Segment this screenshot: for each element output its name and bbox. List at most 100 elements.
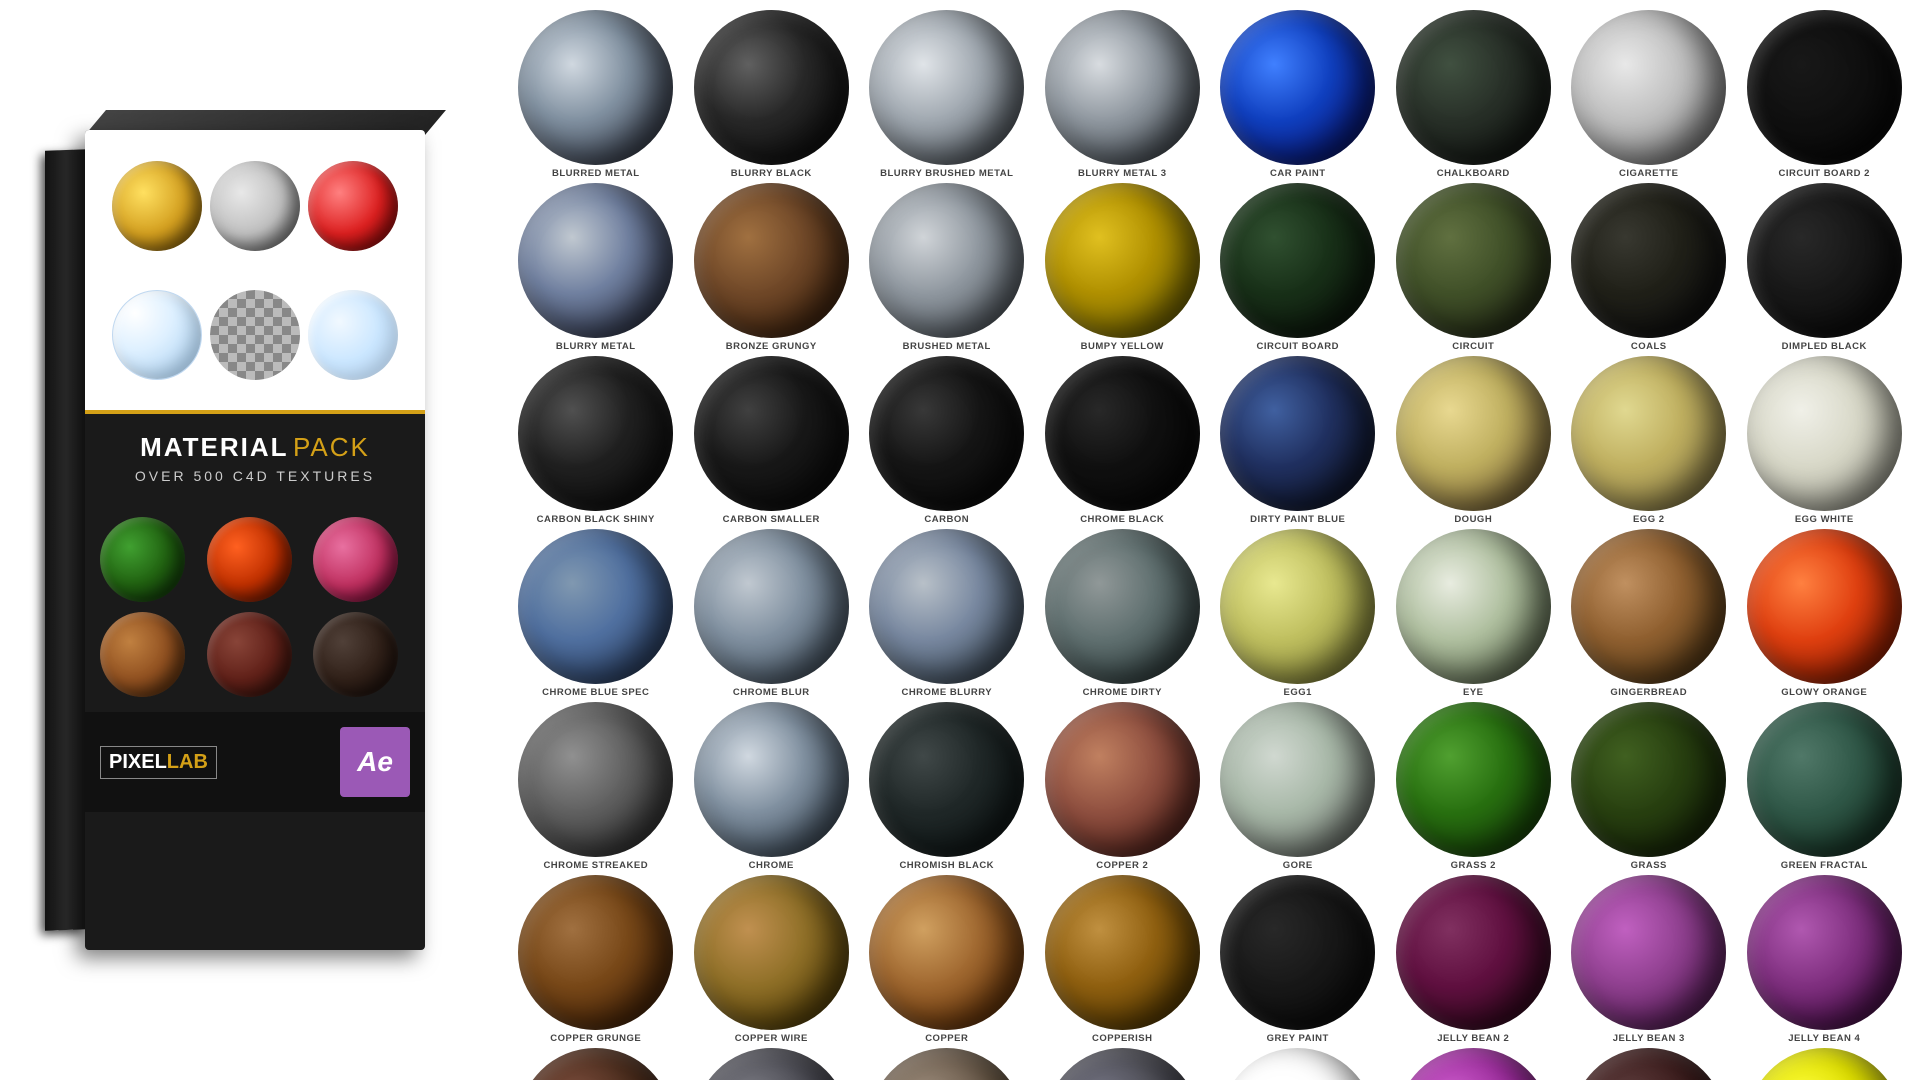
material-item-circuit-board[interactable]: CIRCUIT BOARD bbox=[1212, 183, 1384, 352]
label-dirty-paint-blue: DIRTY PAINT BLUE bbox=[1250, 514, 1345, 525]
material-item-jelly-bean-5[interactable]: JELLY BEAN 5 bbox=[1212, 1048, 1384, 1080]
material-item-cigarette[interactable]: CIGARETTE bbox=[1563, 10, 1735, 179]
label-blurry-brushed-metal: BLURRY BRUSHED METAL bbox=[880, 168, 1013, 179]
preview-sphere-clear bbox=[308, 290, 398, 380]
label-copper-2: COPPER 2 bbox=[1096, 860, 1148, 871]
material-item-blurry-brushed-metal[interactable]: BLURRY BRUSHED METAL bbox=[861, 10, 1033, 179]
material-item-carbon-black-shiny[interactable]: CARBON BLACK SHINY bbox=[510, 356, 682, 525]
sphere-grey-paint bbox=[1220, 875, 1375, 1030]
label-dimpled-black: DIMPLED BLACK bbox=[1782, 341, 1867, 352]
material-item-cracky[interactable]: CRACKY bbox=[686, 1048, 858, 1080]
material-item-gingerbread[interactable]: GINGERBREAD bbox=[1563, 529, 1735, 698]
label-grass: GRASS bbox=[1631, 860, 1667, 871]
label-chrome-dirty: CHROME DIRTY bbox=[1083, 687, 1162, 698]
material-item-grey-paint[interactable]: GREY PAINT bbox=[1212, 875, 1384, 1044]
sphere-jelly-bean-4 bbox=[1747, 875, 1902, 1030]
label-glowy-orange: GLOWY ORANGE bbox=[1781, 687, 1867, 698]
box-spine bbox=[45, 149, 87, 930]
material-item-chrome[interactable]: CHROME bbox=[686, 702, 858, 871]
material-item-car-paint[interactable]: CAR PAINT bbox=[1212, 10, 1384, 179]
sphere-blurry-brushed-metal bbox=[869, 10, 1024, 165]
material-item-lava[interactable]: LAVA bbox=[1563, 1048, 1735, 1080]
sphere-copperish bbox=[1045, 875, 1200, 1030]
label-chrome-streaked: CHROME STREAKED bbox=[543, 860, 648, 871]
material-item-circuit[interactable]: CIRCUIT bbox=[1388, 183, 1560, 352]
material-item-chrome-black[interactable]: CHROME BLACK bbox=[1037, 356, 1209, 525]
material-item-blurry-metal[interactable]: BLURRY METAL bbox=[510, 183, 682, 352]
sphere-circuit-board-2 bbox=[1747, 10, 1902, 165]
material-item-blurry-metal-3[interactable]: BLURRY METAL 3 bbox=[1037, 10, 1209, 179]
sphere-jelly-bean-2 bbox=[1396, 875, 1551, 1030]
materials-grid: BLURRED METALBLURRY BLACK BLURRY BRUSHED … bbox=[510, 10, 1910, 1070]
material-item-jelly-bean-4[interactable]: JELLY BEAN 4 bbox=[1739, 875, 1911, 1044]
material-item-chromish-black[interactable]: CHROMISH BLACK bbox=[861, 702, 1033, 871]
material-item-coppy[interactable]: COPPY bbox=[510, 1048, 682, 1080]
material-item-bumpy-yellow[interactable]: BUMPY YELLOW bbox=[1037, 183, 1209, 352]
material-item-blurry-black[interactable]: BLURRY BLACK bbox=[686, 10, 858, 179]
sphere-brushed-metal bbox=[869, 183, 1024, 338]
material-item-chrome-blur[interactable]: CHROME BLUR bbox=[686, 529, 858, 698]
label-circuit-board: CIRCUIT BOARD bbox=[1257, 341, 1340, 352]
material-item-carbon-smaller[interactable]: CARBON SMALLER bbox=[686, 356, 858, 525]
material-item-copper-grunge[interactable]: COPPER GRUNGE bbox=[510, 875, 682, 1044]
label-copper: COPPER bbox=[925, 1033, 968, 1044]
sphere-chalkboard bbox=[1396, 10, 1551, 165]
material-item-eye[interactable]: EYE bbox=[1388, 529, 1560, 698]
material-item-jelly-bean[interactable]: JELLY BEAN bbox=[1388, 1048, 1560, 1080]
sphere-blurry-metal-3 bbox=[1045, 10, 1200, 165]
label-circuit: CIRCUIT bbox=[1452, 341, 1494, 352]
sphere-cranial bbox=[869, 1048, 1024, 1080]
material-item-chrome-dirty[interactable]: CHROME DIRTY bbox=[1037, 529, 1209, 698]
material-item-carbon[interactable]: CARBON bbox=[861, 356, 1033, 525]
material-item-grass[interactable]: GRASS bbox=[1563, 702, 1735, 871]
label-car-paint: CAR PAINT bbox=[1270, 168, 1326, 179]
material-item-copper[interactable]: COPPER bbox=[861, 875, 1033, 1044]
material-item-cranial[interactable]: CRANIAL bbox=[861, 1048, 1033, 1080]
label-circuit-board-2: CIRCUIT BOARD 2 bbox=[1779, 168, 1870, 179]
sphere-glowy-orange bbox=[1747, 529, 1902, 684]
material-item-chalkboard[interactable]: CHALKBOARD bbox=[1388, 10, 1560, 179]
material-item-egg-white[interactable]: EGG WHITE bbox=[1739, 356, 1911, 525]
material-item-chrome-blue-spec[interactable]: CHROME BLUE SPEC bbox=[510, 529, 682, 698]
sphere-chrome-blue-spec bbox=[518, 529, 673, 684]
label-copper-grunge: COPPER GRUNGE bbox=[550, 1033, 641, 1044]
material-item-copper-2[interactable]: COPPER 2 bbox=[1037, 702, 1209, 871]
material-item-bronze-grungy[interactable]: BRONZE GRUNGY bbox=[686, 183, 858, 352]
material-item-circuit-board-2[interactable]: CIRCUIT BOARD 2 bbox=[1739, 10, 1911, 179]
sphere-bronze-grungy bbox=[694, 183, 849, 338]
material-item-grass-2[interactable]: GRASS 2 bbox=[1388, 702, 1560, 871]
material-item-copperish[interactable]: COPPERISH bbox=[1037, 875, 1209, 1044]
label-blurry-metal-3: BLURRY METAL 3 bbox=[1078, 168, 1166, 179]
material-item-coals[interactable]: COALS bbox=[1563, 183, 1735, 352]
sphere-chrome-blurry bbox=[869, 529, 1024, 684]
material-item-chrome-blurry[interactable]: CHROME BLURRY bbox=[861, 529, 1033, 698]
material-item-chrome-streaked[interactable]: CHROME STREAKED bbox=[510, 702, 682, 871]
product-box: MATERIAL PACK OVER 500 C4D TEXTURES PIXE… bbox=[35, 90, 455, 990]
material-item-green-fractal[interactable]: GREEN FRACTAL bbox=[1739, 702, 1911, 871]
material-item-glowy-orange[interactable]: GLOWY ORANGE bbox=[1739, 529, 1911, 698]
material-item-dough[interactable]: DOUGH bbox=[1388, 356, 1560, 525]
box-title-section: MATERIAL PACK OVER 500 C4D TEXTURES bbox=[85, 414, 425, 502]
material-item-dirty-paint-blue[interactable]: DIRTY PAINT BLUE bbox=[1212, 356, 1384, 525]
sphere-coppy bbox=[518, 1048, 673, 1080]
label-gore: GORE bbox=[1283, 860, 1313, 871]
material-item-crustabox[interactable]: CRUSTABOX bbox=[1037, 1048, 1209, 1080]
material-item-dimpled-black[interactable]: DIMPLED BLACK bbox=[1739, 183, 1911, 352]
material-item-gore[interactable]: GORE bbox=[1212, 702, 1384, 871]
material-item-egg1[interactable]: EGG1 bbox=[1212, 529, 1384, 698]
sphere-carbon bbox=[869, 356, 1024, 511]
material-item-blurred-metal[interactable]: BLURRED METAL bbox=[510, 10, 682, 179]
label-egg-2: EGG 2 bbox=[1633, 514, 1665, 525]
material-item-jelly-bean-2[interactable]: JELLY BEAN 2 bbox=[1388, 875, 1560, 1044]
sphere-copper-2 bbox=[1045, 702, 1200, 857]
sphere-carbon-black-shiny bbox=[518, 356, 673, 511]
label-copperish: COPPERISH bbox=[1092, 1033, 1152, 1044]
material-item-egg-2[interactable]: EGG 2 bbox=[1563, 356, 1735, 525]
label-dough: DOUGH bbox=[1454, 514, 1492, 525]
material-item-brushed-metal[interactable]: BRUSHED METAL bbox=[861, 183, 1033, 352]
material-item-copper-wire[interactable]: COPPER WIRE bbox=[686, 875, 858, 1044]
sphere-gingerbread bbox=[1571, 529, 1726, 684]
material-item-lemon[interactable]: LEMON bbox=[1739, 1048, 1911, 1080]
material-item-jelly-bean-3[interactable]: JELLY BEAN 3 bbox=[1563, 875, 1735, 1044]
sphere-blurred-metal bbox=[518, 10, 673, 165]
